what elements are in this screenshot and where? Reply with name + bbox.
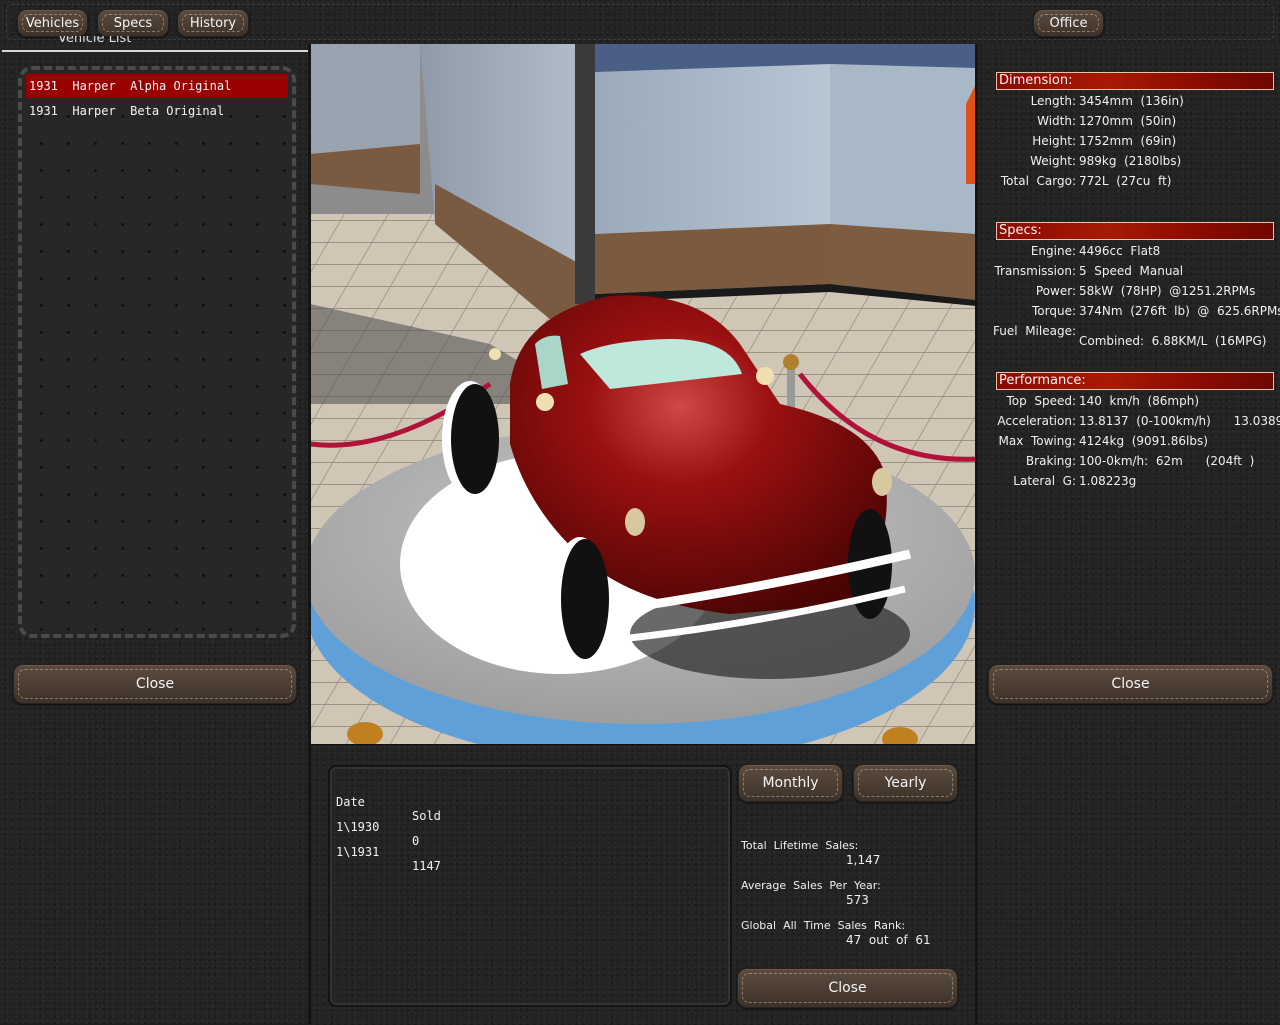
spec-value: 58kW (78HP) @1251.2RPMs (1079, 284, 1256, 298)
spec-value: 4124kg (9091.86lbs) (1079, 434, 1208, 448)
specs-tab-button[interactable]: Specs (97, 9, 169, 37)
spec-label: Power: (1035, 284, 1076, 298)
spec-label: Length: (1030, 94, 1076, 108)
right-close-button[interactable]: Close (988, 664, 1273, 704)
spec-row-width: Width: 1270mm (50in) (976, 114, 1280, 134)
spec-label: Acceleration: (997, 414, 1076, 428)
vehicles-tab-label: Vehicles (25, 15, 80, 31)
specs-section-header: Specs: (996, 222, 1274, 240)
sales-close-button[interactable]: Close (737, 968, 958, 1008)
sales-close-label: Close (828, 980, 867, 996)
top-toolbar: Vehicles Specs History Office (0, 0, 1280, 45)
spec-value: 3454mm (136in) (1079, 94, 1184, 108)
spec-label: Transmission: (994, 264, 1076, 278)
vehicle-list-panel: Vehicle List 1931 Harper Alpha Original … (0, 36, 310, 1024)
spec-label: Width: (1037, 114, 1076, 128)
spec-value: 989kg (2180lbs) (1079, 154, 1182, 168)
cell-date: 1\1931 (336, 845, 380, 859)
average-sales-label: Average Sales Per Year: (741, 879, 881, 892)
office-label: Office (1049, 15, 1088, 31)
spec-value: 140 km/h (86mph) (1079, 394, 1199, 408)
spec-row-engine: Engine: 4496cc Flat8 (976, 244, 1280, 264)
spec-row-torque: Torque: 374Nm (276ft lb) @ 625.6RPMs (976, 304, 1280, 324)
dimension-section-header: Dimension: (996, 72, 1274, 90)
sales-rank-value: 47 out of 61 (846, 933, 931, 947)
vehicle-list-title: Vehicle List (58, 36, 132, 46)
spec-row-acceleration: Acceleration: 13.8137 (0-100km/h) 13.0389… (976, 414, 1280, 434)
vehicle-specs-panel: Dimension: Length: 3454mm (136in) Width: 1… (976, 44, 1280, 1024)
spec-label: Total Cargo: (1000, 174, 1076, 188)
spec-label: Top Speed: (1006, 394, 1076, 408)
history-tab-button[interactable]: History (177, 9, 249, 37)
average-sales-value: 573 (846, 893, 869, 907)
sales-history-panel: Date Sold 1\1930 0 1\1931 1147 Monthly Y… (312, 744, 976, 1025)
panel-divider (308, 44, 311, 1024)
spec-label: Weight: (1030, 154, 1076, 168)
spec-row-transmission: Transmission: 5 Speed Manual (976, 264, 1280, 284)
spec-value: 100-0km/h: 62m (204ft ) (1079, 454, 1255, 468)
left-close-button[interactable]: Close (13, 664, 297, 704)
spec-row-power: Power: 58kW (78HP) @1251.2RPMs (976, 284, 1280, 304)
spec-row-cargo: Total Cargo: 772L (27cu ft) (976, 174, 1280, 194)
specs-tab-label: Specs (113, 15, 153, 31)
spec-value: 1270mm (50in) (1079, 114, 1177, 128)
title-underline (2, 50, 310, 52)
yearly-button[interactable]: Yearly (853, 764, 958, 802)
spec-row-top-speed: Top Speed: 140 km/h (86mph) (976, 394, 1280, 414)
spec-row-max-towing: Max Towing: 4124kg (9091.86lbs) (976, 434, 1280, 454)
sales-rank-label: Global All Time Sales Rank: (741, 919, 906, 932)
performance-section-header: Performance: (996, 372, 1274, 390)
column-header-sold: Sold (412, 809, 441, 823)
sales-table: Date Sold 1\1930 0 1\1931 1147 (328, 765, 732, 1007)
total-lifetime-sales-label: Total Lifetime Sales: (741, 839, 859, 852)
spec-value: 1.08223g (1079, 474, 1137, 488)
left-close-label: Close (135, 676, 175, 692)
panel-divider (975, 44, 978, 1024)
monthly-button[interactable]: Monthly (738, 764, 843, 802)
spec-row-weight: Weight: 989kg (2180lbs) (976, 154, 1280, 174)
spec-label: Braking: (1025, 454, 1076, 468)
total-lifetime-sales-value: 1,147 (846, 853, 881, 867)
right-close-label: Close (1111, 676, 1150, 692)
spec-label: Engine: (1030, 244, 1076, 258)
spec-value: 13.8137 (0-100km/h) 13.0389 (0 (1079, 414, 1280, 428)
cell-sold: 1147 (412, 859, 441, 873)
table-row: 1\1931 1147 (336, 831, 441, 887)
spec-row-height: Height: 1752mm (69in) (976, 134, 1280, 154)
history-tab-label: History (189, 15, 237, 31)
yearly-label: Yearly (884, 775, 927, 791)
spec-label: Fuel Mileage: (993, 324, 1076, 338)
car-3d-viewport[interactable] (310, 44, 976, 744)
spec-row-lateral-g: Lateral G: 1.08223g (976, 474, 1280, 494)
spec-row-length: Length: 3454mm (136in) (976, 94, 1280, 114)
cell-sold: 0 (412, 834, 420, 848)
office-button[interactable]: Office (1033, 9, 1104, 37)
vehicle-list[interactable]: 1931 Harper Alpha Original 1931 Harper B… (18, 66, 296, 638)
spec-label: Height: (1032, 134, 1076, 148)
vehicle-list-item[interactable]: 1931 Harper Beta Original (26, 99, 288, 123)
vehicles-tab-button[interactable]: Vehicles (17, 9, 88, 37)
monthly-label: Monthly (762, 775, 819, 791)
spec-row-braking: Braking: 100-0km/h: 62m (204ft ) (976, 454, 1280, 474)
spec-value: 772L (27cu ft) (1079, 174, 1172, 188)
showroom-scene (310, 44, 976, 744)
spec-label: Max Towing: (998, 434, 1076, 448)
spec-value: Combined: 6.88KM/L (16MPG) (1079, 334, 1267, 348)
vehicle-list-item-selected[interactable]: 1931 Harper Alpha Original (26, 74, 288, 98)
spec-value: 5 Speed Manual (1079, 264, 1184, 278)
spec-value: 1752mm (69in) (1079, 134, 1177, 148)
spec-row-fuel-mileage: Fuel Mileage: Combined: 6.88KM/L (16MPG) (976, 324, 1280, 348)
spec-value: 374Nm (276ft lb) @ 625.6RPMs (1079, 304, 1280, 318)
spec-value: 4496cc Flat8 (1079, 244, 1161, 258)
spec-label: Torque: (1031, 304, 1076, 318)
spec-label: Lateral G: (1013, 474, 1076, 488)
